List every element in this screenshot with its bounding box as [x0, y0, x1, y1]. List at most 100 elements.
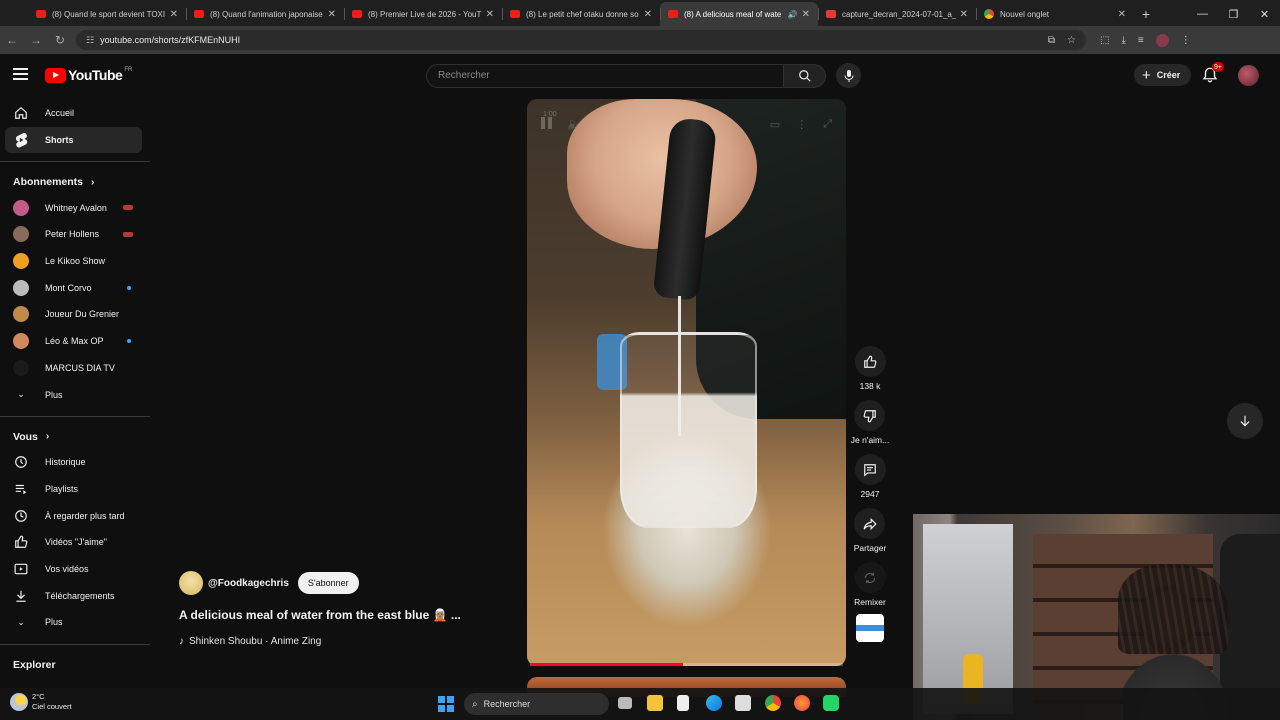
- search-button[interactable]: [784, 63, 826, 88]
- sidebar-item-label: Whitney Avalon: [45, 202, 107, 213]
- like-button[interactable]: [854, 346, 886, 377]
- edge-icon[interactable]: [706, 695, 722, 711]
- chrome-icon[interactable]: [765, 695, 781, 711]
- sidebar: Accueil Shorts Abonnements › Whitney Ava…: [0, 100, 152, 677]
- browser-tab[interactable]: (8) Premier Live de 2026 - YouT ✕: [344, 2, 502, 26]
- short-video-player[interactable]: 1:00 🔈 ▭ ⋮ ⤢: [527, 99, 846, 666]
- next-short-button[interactable]: [1227, 403, 1263, 439]
- store-icon[interactable]: [735, 695, 751, 711]
- sidebar-item-subscription[interactable]: Whitney Avalon: [0, 194, 152, 221]
- channel-name[interactable]: @Foodkagechris: [208, 578, 289, 589]
- sidebar-item-home[interactable]: Accueil: [0, 100, 152, 127]
- you-list: Historique Playlists À regarder plus tard V…: [0, 449, 152, 609]
- task-view-icon[interactable]: [618, 697, 632, 709]
- windows-start-icon[interactable]: [438, 696, 454, 712]
- tab-label: Nouvel onglet: [1000, 9, 1049, 19]
- notepad-icon[interactable]: [677, 695, 689, 711]
- tab-close-icon[interactable]: ✕: [960, 9, 968, 20]
- account-avatar[interactable]: [1238, 65, 1259, 86]
- sound-thumbnail[interactable]: [856, 614, 884, 642]
- pause-icon[interactable]: [541, 117, 555, 131]
- menu-icon[interactable]: [13, 68, 28, 80]
- tab-close-icon[interactable]: ✕: [486, 9, 494, 20]
- firefox-icon[interactable]: [794, 695, 810, 711]
- browser-menu-icon[interactable]: ⋮: [1181, 35, 1191, 46]
- extensions-icon[interactable]: ⬚: [1100, 35, 1109, 46]
- tab-close-icon[interactable]: ✕: [170, 9, 178, 20]
- taskbar-search[interactable]: ⌕ Rechercher: [464, 693, 609, 715]
- sidebar-item-label: Vos vidéos: [45, 563, 89, 574]
- sidebar-item-subscription[interactable]: Peter Hollens: [0, 221, 152, 248]
- downloads-icon[interactable]: ⤓: [1121, 35, 1125, 46]
- sidebar-more-you[interactable]: ⌄ Plus: [0, 609, 152, 636]
- tab-close-icon[interactable]: ✕: [644, 9, 652, 20]
- sidebar-item-you[interactable]: À regarder plus tard: [0, 502, 152, 529]
- browser-tab[interactable]: Nouvel onglet ✕: [976, 2, 1134, 26]
- tab-close-icon[interactable]: ✕: [1118, 9, 1126, 20]
- browser-tab[interactable]: (8) Quand le sport devient TOXI ✕: [28, 2, 186, 26]
- install-app-icon[interactable]: ⧉: [1048, 35, 1055, 46]
- subscribe-button[interactable]: S'abonner: [297, 572, 359, 594]
- volume-icon[interactable]: 🔈: [567, 117, 582, 131]
- music-link[interactable]: ♪ Shinken Shoubu · Anime Zing: [179, 636, 321, 647]
- sidebar-item-you[interactable]: Téléchargements: [0, 582, 152, 609]
- browser-tab[interactable]: capture_decran_2024-07-01_a_ ✕: [818, 2, 976, 26]
- sidebar-item-you[interactable]: Vos vidéos: [0, 556, 152, 583]
- pdf-icon: [826, 10, 836, 18]
- progress-fill: [530, 663, 684, 666]
- sidebar-item-you[interactable]: Vidéos "J'aime": [0, 529, 152, 556]
- sidebar-more-subscriptions[interactable]: ⌄ Plus: [0, 381, 152, 408]
- remix-button[interactable]: [854, 562, 886, 593]
- browser-tab[interactable]: (8) Le petit chef otaku donne so ✕: [502, 2, 660, 26]
- bookmark-star-icon[interactable]: ☆: [1067, 35, 1076, 46]
- youtube-logo[interactable]: YouTube FR: [45, 67, 132, 83]
- fullscreen-icon[interactable]: ⤢: [823, 118, 832, 131]
- tab-label: (8) Le petit chef otaku donne so: [526, 9, 639, 19]
- whatsapp-icon[interactable]: [823, 695, 839, 711]
- profile-avatar[interactable]: [1155, 33, 1169, 47]
- file-explorer-icon[interactable]: [647, 695, 663, 711]
- sidebar-item-shorts[interactable]: Shorts: [5, 126, 142, 154]
- dislike-label: Je n'aim...: [850, 435, 890, 445]
- sidebar-item-you[interactable]: Playlists: [0, 476, 152, 503]
- weather-widget[interactable]: 2°C Ciel couvert: [10, 692, 72, 712]
- create-button[interactable]: + Créer: [1134, 64, 1192, 86]
- video-progress-bar[interactable]: [530, 663, 843, 666]
- logo-text: YouTube: [68, 67, 123, 83]
- address-bar[interactable]: ☷ youtube.com/shorts/zfKFMEnNUHI ⧉ ☆: [76, 30, 1086, 50]
- voice-search-button[interactable]: [836, 63, 861, 88]
- back-icon[interactable]: ←: [0, 28, 24, 52]
- sidebar-item-subscription[interactable]: Joueur Du Grenier: [0, 301, 152, 328]
- minimize-icon[interactable]: —: [1187, 2, 1218, 26]
- new-tab-button[interactable]: +: [1134, 2, 1158, 26]
- chrome-icon: [984, 9, 994, 19]
- maximize-icon[interactable]: ❐: [1218, 2, 1249, 26]
- close-window-icon[interactable]: ✕: [1249, 2, 1280, 26]
- tab-close-icon[interactable]: ✕: [802, 9, 810, 20]
- search-input[interactable]: Rechercher: [426, 63, 784, 88]
- comments-button[interactable]: [854, 454, 886, 485]
- dislike-button[interactable]: [854, 400, 886, 431]
- forward-icon[interactable]: →: [24, 28, 48, 52]
- sidebar-item-label: Historique: [45, 457, 86, 468]
- tab-close-icon[interactable]: ✕: [328, 9, 336, 20]
- tab-audio-icon[interactable]: 🔊: [788, 10, 798, 19]
- site-info-icon[interactable]: ☷: [86, 35, 94, 46]
- captions-icon[interactable]: ▭: [770, 118, 780, 131]
- sidebar-item-subscription[interactable]: Le Kikoo Show: [0, 248, 152, 275]
- you-heading[interactable]: Vous ›: [0, 425, 152, 449]
- reload-icon[interactable]: ↻: [48, 28, 72, 52]
- sidebar-item-subscription[interactable]: MARCUS DIA TV: [0, 355, 152, 382]
- short-title[interactable]: A delicious meal of water from the east …: [179, 608, 461, 622]
- sidebar-item-subscription[interactable]: Léo & Max OP: [0, 328, 152, 355]
- browser-tab[interactable]: (8) Quand l'animation japonaise ✕: [186, 2, 344, 26]
- channel-avatar[interactable]: [179, 571, 203, 595]
- sidebar-item-you[interactable]: Historique: [0, 449, 152, 476]
- more-options-icon[interactable]: ⋮: [796, 118, 807, 131]
- search-icon: [798, 69, 811, 82]
- subscriptions-heading[interactable]: Abonnements ›: [0, 170, 152, 194]
- sidebar-item-subscription[interactable]: Mont Corvo: [0, 274, 152, 301]
- media-control-icon[interactable]: ≡: [1138, 35, 1144, 46]
- browser-tab[interactable]: (8) A delicious meal of wate 🔊 ✕: [660, 2, 818, 26]
- share-button[interactable]: [854, 508, 886, 539]
